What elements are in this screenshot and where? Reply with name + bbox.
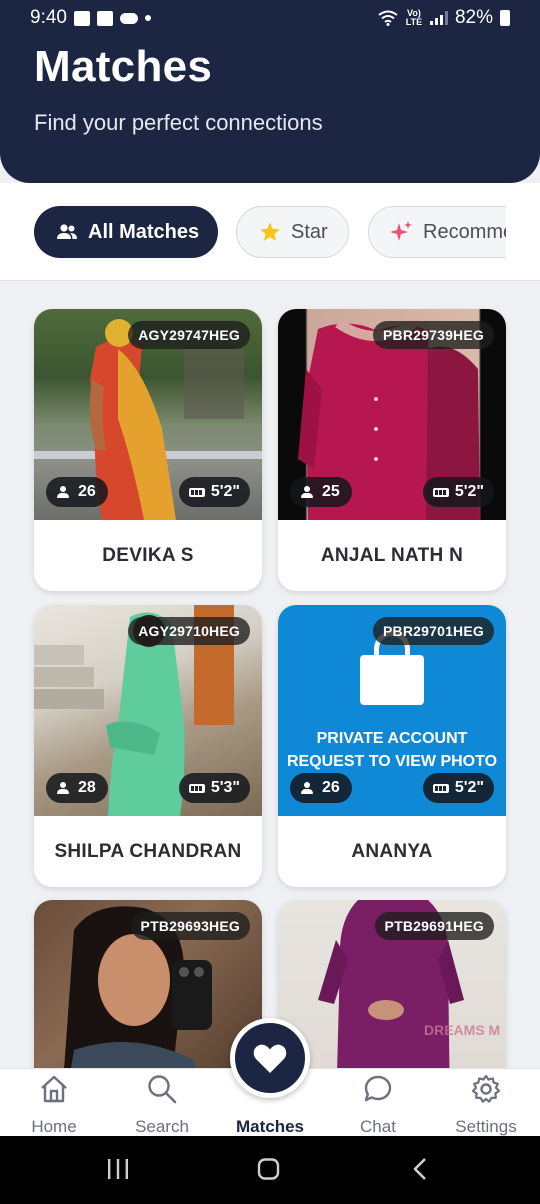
private-photo-placeholder: PRIVATE ACCOUNT REQUEST TO VIEW PHOTO PB…	[278, 605, 506, 816]
height-badge: 5'2"	[422, 477, 494, 507]
heart-icon	[253, 1044, 287, 1073]
wifi-icon	[378, 10, 398, 26]
chat-icon	[364, 1075, 392, 1102]
profile-id-badge: PTB29691HEG	[374, 912, 494, 940]
filter-all-matches[interactable]: All Matches	[34, 206, 218, 258]
match-card[interactable]: AGY29747HEG 26 5'2" DEVIKA S	[34, 309, 262, 591]
person-icon	[300, 782, 314, 794]
status-time: 9:40	[30, 7, 67, 28]
nav-home[interactable]: Home	[0, 1069, 108, 1137]
age-value: 26	[322, 779, 340, 796]
nav-search[interactable]: Search	[108, 1069, 216, 1137]
height-badge: 5'2"	[422, 773, 494, 803]
cloud-icon	[119, 12, 138, 24]
nav-chat[interactable]: Chat	[324, 1069, 432, 1137]
person-icon	[56, 782, 70, 794]
filter-bar: All Matches Star Recomme	[0, 183, 540, 281]
profile-photo: AGY29710HEG 28 5'3"	[34, 605, 262, 816]
header: 9:40 Vo) LTE 82% Matches Find your perfe…	[0, 0, 540, 183]
private-line-2: REQUEST TO VIEW PHOTO	[286, 753, 498, 770]
match-card[interactable]: PBR29739HEG 25 5'2" ANJAL NATH N	[278, 309, 506, 591]
signal-icon	[429, 11, 448, 25]
nav-label: Chat	[360, 1117, 396, 1136]
battery-percent: 82%	[454, 7, 493, 28]
person-icon	[56, 486, 70, 498]
profile-photo: PBR29739HEG 25 5'2"	[278, 309, 506, 520]
profile-id-badge: PTB29693HEG	[130, 912, 250, 940]
profile-name: ANANYA	[351, 840, 433, 862]
height-value: 5'2"	[454, 779, 484, 796]
height-badge: 5'2"	[178, 477, 250, 507]
filter-label: Star	[291, 220, 328, 243]
age-badge: 25	[290, 477, 352, 507]
age-value: 28	[78, 779, 96, 796]
private-line-1: PRIVATE ACCOUNT	[316, 730, 468, 747]
search-icon	[148, 1075, 177, 1104]
notification-dot-icon	[144, 15, 151, 21]
profile-id-badge: AGY29710HEG	[128, 617, 250, 645]
page-subtitle: Find your perfect connections	[34, 110, 323, 135]
person-icon	[300, 486, 314, 498]
nav-label: Settings	[455, 1117, 517, 1136]
profile-name: ANJAL NATH N	[320, 544, 464, 566]
gear-icon	[471, 1074, 501, 1103]
nav-label: Home	[31, 1117, 77, 1136]
height-value: 5'2"	[210, 483, 240, 500]
match-card[interactable]: PTB29693HEG	[34, 900, 262, 1068]
home-icon	[41, 1075, 67, 1103]
matches-grid: AGY29747HEG 26 5'2" DEVIKA S PBR29739HEG…	[0, 282, 540, 1068]
back-icon[interactable]	[410, 1158, 430, 1180]
matches-fab-button[interactable]	[230, 1018, 310, 1098]
page-title: Matches	[34, 42, 213, 91]
nav-label: Search	[135, 1117, 189, 1136]
profile-photo: AGY29747HEG 26 5'2"	[34, 309, 262, 520]
battery-icon	[500, 10, 510, 26]
height-value: 5'2"	[454, 483, 484, 500]
photo-watermark: DREAMS M	[424, 1022, 501, 1038]
lock-icon	[360, 631, 424, 705]
profile-id-badge: PBR29739HEG	[372, 321, 494, 349]
match-card[interactable]: AGY29710HEG 28 5'3" SHILPA CHANDRAN	[34, 605, 262, 887]
age-badge: 28	[46, 773, 108, 803]
ruler-icon	[188, 487, 205, 497]
checkbox-icon	[96, 10, 113, 26]
people-icon	[57, 224, 77, 239]
profile-name: DEVIKA S	[102, 544, 194, 566]
nav-settings[interactable]: Settings	[432, 1069, 540, 1137]
match-card[interactable]: DREAMS M PTB29691HEG	[278, 900, 506, 1068]
profile-id-badge: PBR29701HEG	[372, 617, 494, 645]
status-bar: 9:40 Vo) LTE 82%	[0, 0, 540, 36]
home-button-icon[interactable]	[257, 1158, 281, 1180]
network-label: Vo) LTE	[405, 8, 423, 27]
recent-apps-icon[interactable]	[106, 1158, 130, 1180]
private-account-message: PRIVATE ACCOUNT REQUEST TO VIEW PHOTO	[278, 727, 506, 773]
profile-id-badge: AGY29747HEG	[128, 321, 250, 349]
ruler-icon	[432, 783, 449, 793]
profile-photo: DREAMS M PTB29691HEG	[278, 900, 506, 1068]
filter-star[interactable]: Star	[236, 206, 349, 258]
ruler-icon	[188, 783, 205, 793]
profile-name: SHILPA CHANDRAN	[54, 840, 242, 862]
age-value: 25	[322, 483, 340, 500]
height-value: 5'3"	[210, 779, 240, 796]
ruler-icon	[432, 487, 449, 497]
height-badge: 5'3"	[178, 773, 250, 803]
star-icon	[260, 222, 280, 241]
filter-recommended[interactable]: Recomme	[368, 206, 528, 258]
system-nav-bar	[0, 1136, 540, 1204]
filter-bar-edge	[506, 183, 540, 280]
match-card[interactable]: PRIVATE ACCOUNT REQUEST TO VIEW PHOTO PB…	[278, 605, 506, 887]
age-badge: 26	[46, 477, 108, 507]
filter-label: All Matches	[88, 220, 200, 243]
age-badge: 26	[290, 773, 352, 803]
sparkle-icon	[390, 221, 412, 241]
nav-label: Matches	[235, 1117, 305, 1136]
gallery-icon	[73, 10, 90, 26]
age-value: 26	[78, 483, 96, 500]
profile-photo: PTB29693HEG	[34, 900, 262, 1068]
filter-label: Recomme	[423, 220, 515, 243]
